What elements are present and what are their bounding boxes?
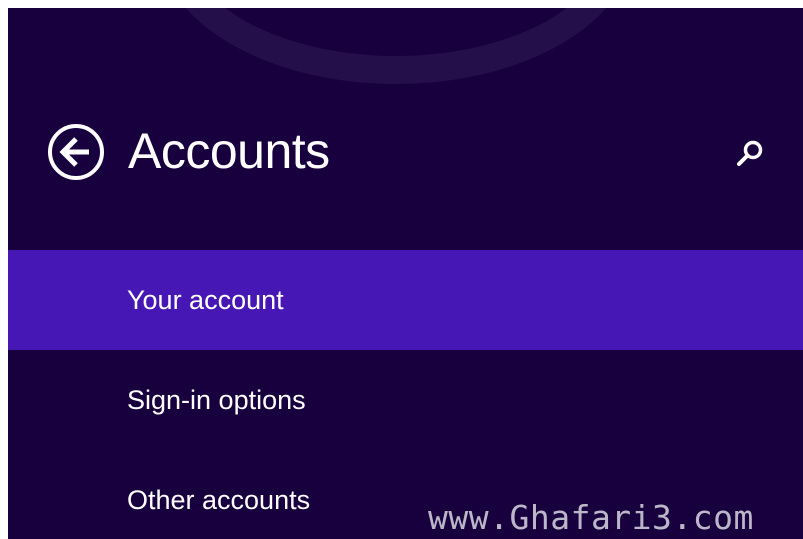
settings-nav: Your account Sign-in options Other accou… (8, 250, 803, 539)
search-button[interactable] (732, 136, 768, 172)
nav-item-your-account[interactable]: Your account (8, 250, 803, 350)
watermark-shape (158, 8, 634, 84)
nav-item-label: Other accounts (127, 485, 311, 515)
search-icon (737, 140, 763, 166)
back-button[interactable] (46, 122, 106, 182)
header: Accounts (8, 98, 803, 208)
nav-item-label: Sign-in options (127, 385, 306, 415)
watermark-text: www.Ghafari3.com (428, 498, 754, 537)
settings-panel: Accounts Your account Sign-in options Ot… (8, 8, 803, 539)
page-title: Accounts (128, 123, 330, 179)
nav-item-label: Your account (127, 285, 284, 315)
back-arrow-circle-icon (48, 124, 104, 180)
nav-item-sign-in-options[interactable]: Sign-in options (8, 350, 803, 450)
